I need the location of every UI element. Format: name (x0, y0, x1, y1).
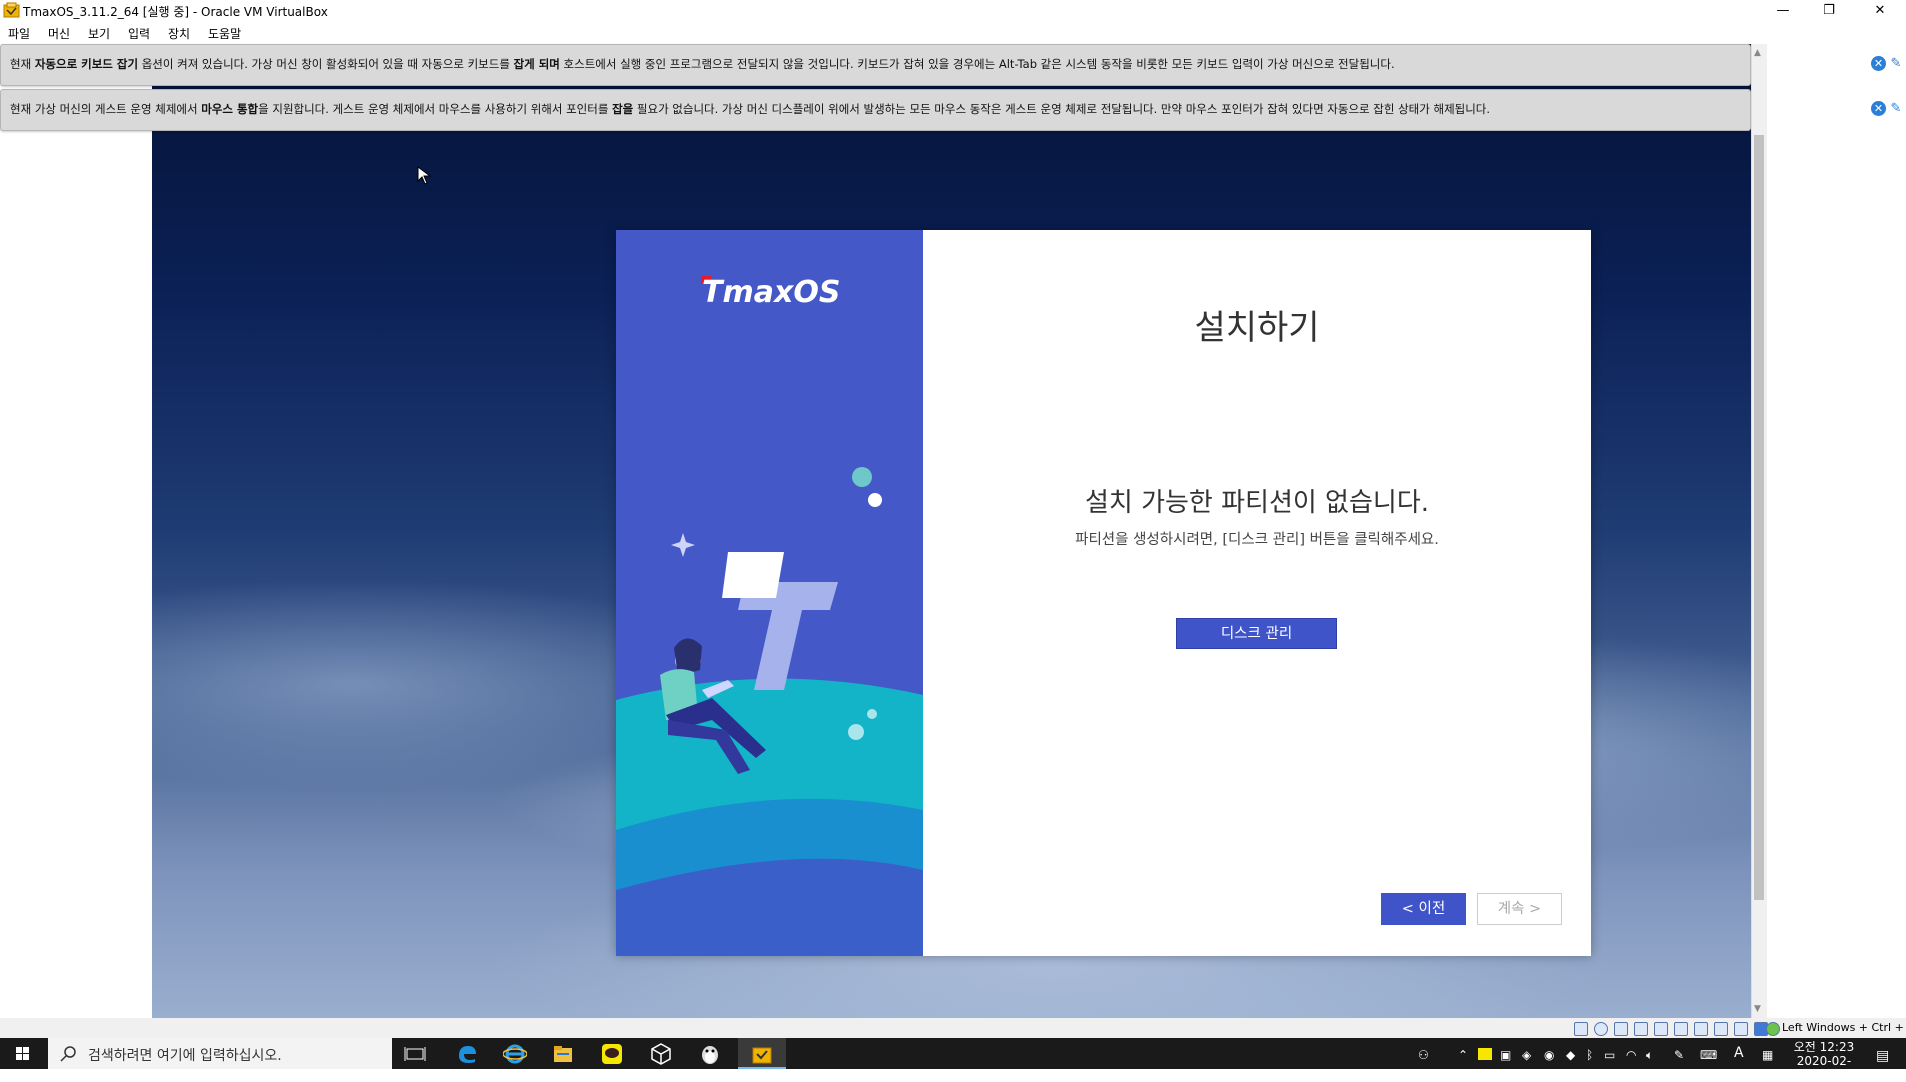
start-button[interactable] (0, 1038, 46, 1069)
notification-text-part: 필요가 없습니다. 가상 머신 디스플레이 위에서 발생하는 모든 마우스 동작… (633, 102, 1491, 116)
touch-keyboard-icon[interactable]: ⌨ (1700, 1048, 1717, 1062)
notification-text-part: 마우스 통합 (201, 102, 259, 116)
installer-sidebar: TmaxOS (616, 230, 923, 956)
menu-input[interactable]: 입력 (128, 25, 150, 42)
virtualbox-taskbar-button[interactable] (738, 1038, 786, 1069)
usb-icon[interactable] (1654, 1022, 1668, 1036)
notification-text-part: 호스트에서 실행 중인 프로그램으로 전달되지 않을 것입니다. 키보드가 잡혀… (559, 57, 1395, 71)
clock-time: 오전 12:23 (1793, 1040, 1855, 1054)
tray-overflow-icon[interactable]: ⌃ (1458, 1048, 1468, 1062)
notification-text-part: 현재 (10, 57, 35, 71)
no-partition-hint: 파티션을 생성하시려면, [디스크 관리] 버튼을 클릭해주세요. (1075, 532, 1439, 548)
notification-text-part: 옵션이 켜져 있습니다. 가상 머신 창이 활성화되어 있을 때 자동으로 키보… (138, 57, 514, 71)
tray-app-icon[interactable]: ▣ (1500, 1048, 1511, 1062)
task-view-icon[interactable] (403, 1042, 427, 1066)
audio-icon[interactable] (1614, 1022, 1628, 1036)
previous-button[interactable]: < 이전 (1381, 893, 1466, 925)
cpu-icon[interactable] (1734, 1022, 1748, 1036)
tray-app-icon[interactable]: ◈ (1522, 1048, 1531, 1062)
virtualbox-app-icon (3, 2, 20, 19)
guest-screen[interactable]: TmaxOS 설치하기 설치 가능한 파티션이 없습니다. 파티션을 생성하시려… (152, 44, 1751, 1018)
page-title: 설치하기 (1194, 308, 1320, 348)
volume-icon[interactable]: 🔈︎ (1646, 1048, 1653, 1063)
keyboard-capture-text: 현재 자동으로 키보드 잡기 옵션이 켜져 있습니다. 가상 머신 창이 활성화… (10, 56, 1395, 72)
restore-button[interactable]: ❐ (1806, 0, 1852, 22)
search-placeholder: 검색하려면 여기에 입력하십시오. (88, 1048, 282, 1064)
notification-disable-icon[interactable]: ✎ (1888, 56, 1904, 71)
continue-button[interactable]: 계속 > (1477, 893, 1562, 925)
network-icon[interactable] (1634, 1022, 1648, 1036)
tray-app-icon[interactable]: ◆ (1566, 1048, 1575, 1062)
shared-folders-icon[interactable] (1674, 1022, 1688, 1036)
window-title: TmaxOS_3.11.2_64 [실행 중] - Oracle VM Virt… (23, 5, 328, 19)
no-partition-message: 설치 가능한 파티션이 없습니다. (1084, 488, 1430, 518)
close-button[interactable]: ✕ (1854, 0, 1906, 22)
installer-dialog: TmaxOS 설치하기 설치 가능한 파티션이 없습니다. 파티션을 생성하시려… (616, 230, 1591, 956)
ime-icon[interactable]: ▦ (1762, 1048, 1773, 1062)
display-icon[interactable] (1694, 1022, 1708, 1036)
mouse-integration-icon[interactable] (1766, 1022, 1780, 1036)
ime-mode-indicator[interactable]: A (1734, 1045, 1744, 1061)
video-capture-icon[interactable] (1714, 1022, 1728, 1036)
sidebar-illustration (616, 467, 923, 956)
notification-center-icon[interactable]: ▤ (1876, 1048, 1889, 1064)
notification-close-icon[interactable]: ✕ (1871, 56, 1886, 71)
file-explorer-icon[interactable] (551, 1042, 575, 1066)
notification-text-part: 자동으로 키보드 잡기 (34, 57, 139, 71)
wifi-icon[interactable]: ◠ (1626, 1048, 1636, 1062)
battery-icon[interactable]: ▭ (1604, 1048, 1615, 1062)
tmaxos-logo: TmaxOS (702, 275, 841, 310)
windows-logo-icon (16, 1047, 29, 1060)
scroll-down-icon[interactable]: ▼ (1754, 1004, 1761, 1014)
notification-close-icon[interactable]: ✕ (1871, 101, 1886, 116)
hdd-icon[interactable] (1574, 1022, 1588, 1036)
edge-browser-icon[interactable] (455, 1042, 479, 1066)
search-icon (60, 1046, 76, 1062)
kakaotalk-icon[interactable] (600, 1042, 624, 1066)
menu-view[interactable]: 보기 (88, 25, 110, 42)
scroll-up-icon[interactable]: ▲ (1754, 48, 1761, 58)
internet-explorer-icon[interactable] (502, 1042, 528, 1066)
notification-disable-icon[interactable]: ✎ (1888, 101, 1904, 116)
box-app-icon[interactable] (649, 1042, 673, 1066)
minimize-button[interactable]: — (1760, 0, 1806, 22)
menu-file[interactable]: 파일 (8, 25, 30, 42)
scrollbar-thumb[interactable] (1754, 135, 1764, 900)
optical-drive-icon[interactable] (1594, 1022, 1608, 1036)
notification-text-part: 현재 가상 머신의 게스트 운영 체제에서 (10, 102, 202, 116)
bluetooth-icon[interactable]: ᛒ (1586, 1048, 1593, 1062)
people-icon[interactable]: ⚇ (1418, 1048, 1429, 1062)
menubar (0, 22, 1906, 44)
pen-icon[interactable]: ✎ (1674, 1048, 1684, 1062)
disk-management-button[interactable]: 디스크 관리 (1176, 618, 1337, 649)
kakaotalk-tray-icon[interactable] (1478, 1048, 1492, 1060)
penguin-app-icon[interactable] (698, 1042, 722, 1066)
menu-help[interactable]: 도움말 (208, 25, 241, 42)
notification-text-part: 잡을 (612, 102, 634, 116)
mouse-integration-text: 현재 가상 머신의 게스트 운영 체제에서 마우스 통합을 지원합니다. 게스트… (10, 101, 1490, 117)
notification-text-part: 잡게 되며 (513, 57, 560, 71)
host-key-label: Left Windows + Ctrl + (1782, 1021, 1904, 1034)
menu-machine[interactable]: 머신 (48, 25, 70, 42)
clock-date: 2020-02-04 (1796, 1054, 1852, 1082)
taskbar-clock[interactable]: 오전 12:23 2020-02-04 (1790, 1040, 1858, 1082)
mouse-cursor-icon (417, 166, 432, 185)
notification-text-part: 을 지원합니다. 게스트 운영 체제에서 마우스를 사용하기 위해서 포인터를 (258, 102, 613, 116)
menu-devices[interactable]: 장치 (168, 25, 190, 42)
tray-app-icon[interactable]: ◉ (1544, 1048, 1554, 1062)
